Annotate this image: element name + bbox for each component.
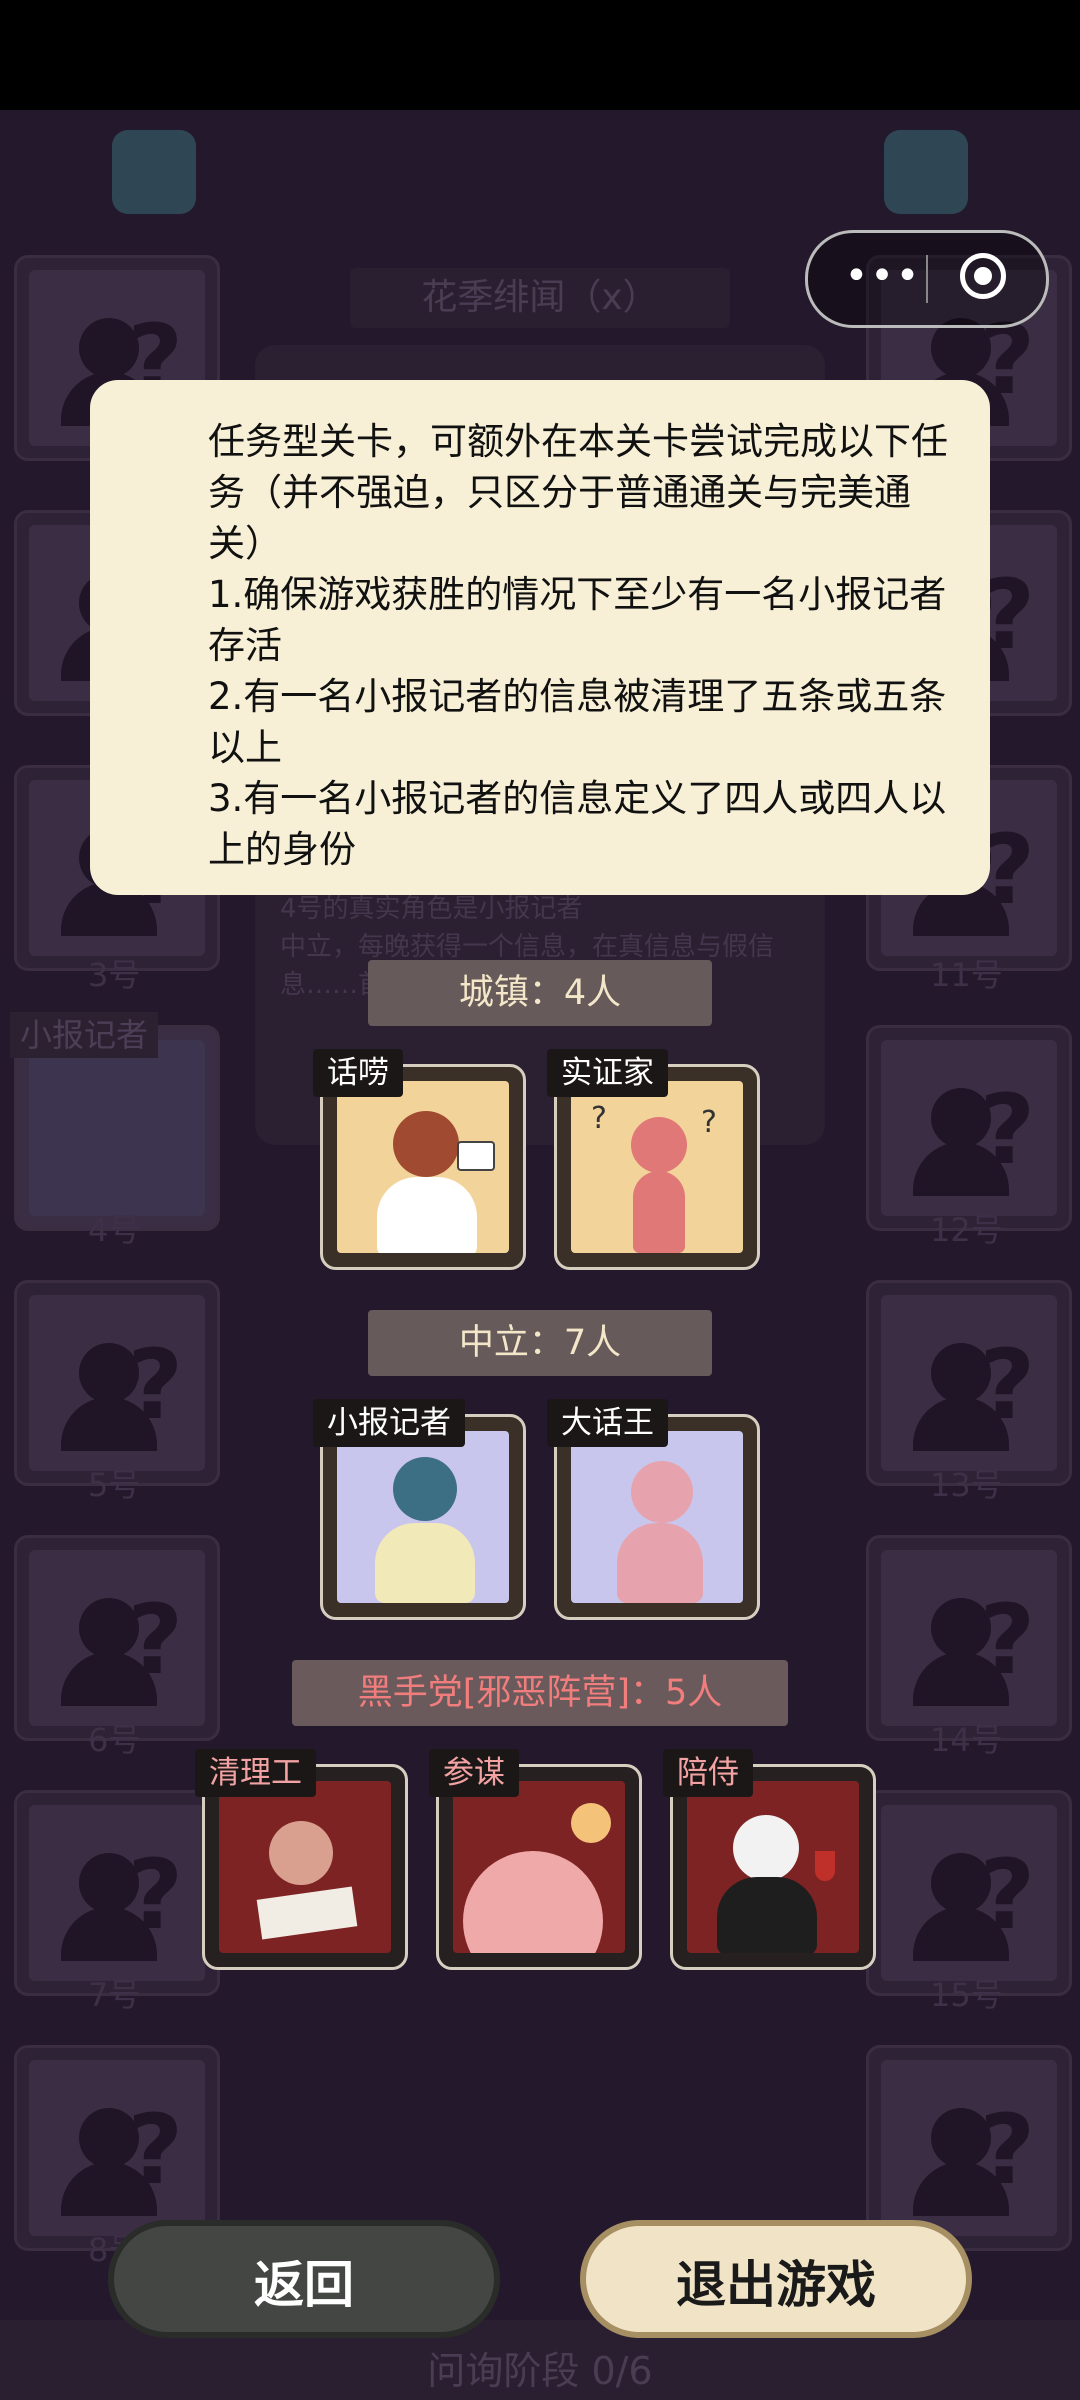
role-portrait (337, 1081, 509, 1253)
role-card-consigliere[interactable]: 参谋 (429, 1749, 642, 1970)
town-section-title: 城镇：4人 (368, 960, 712, 1026)
role-portrait (571, 1431, 743, 1603)
close-target-icon[interactable] (960, 253, 1006, 299)
slot-number: 13号 (930, 1466, 1003, 1504)
role-label: 大话王 (547, 1399, 668, 1447)
mafia-section-title: 黑手党[邪恶阵营]：5人 (292, 1660, 788, 1726)
task-intro: 任务型关卡，可额外在本关卡尝试完成以下任务（并不强迫，只区分于普通通关与完美通关… (208, 420, 948, 565)
status-bar (0, 0, 1080, 110)
phase-label: 问询阶段 0/6 (427, 2349, 653, 2393)
slot-role-tag: 小报记者 (10, 1012, 159, 1058)
miniprogram-capsule: ••• (805, 230, 1049, 328)
role-card-empiricist[interactable]: ? ? 实证家 (547, 1049, 760, 1270)
role-portrait (219, 1781, 391, 1953)
slot-number: 6号 (88, 1721, 141, 1759)
level-title: 花季绯闻（x） (350, 268, 730, 328)
slot-number: 3号 (88, 956, 141, 994)
capsule-divider (926, 255, 928, 303)
role-portrait (687, 1781, 859, 1953)
role-card-tabloid-reporter[interactable]: 小报记者 (313, 1399, 526, 1620)
task-item: 2.有一名小报记者的信息被清理了五条或五条以上 (208, 675, 947, 769)
player-slot[interactable]: ? (866, 1280, 1072, 1486)
role-label: 参谋 (429, 1749, 519, 1797)
neutral-section-title: 中立：7人 (368, 1310, 712, 1376)
exit-game-button[interactable]: 退出游戏 (580, 2220, 972, 2338)
slot-number: 12号 (930, 1211, 1003, 1249)
role-label: 清理工 (195, 1749, 316, 1797)
task-item: 3.有一名小报记者的信息定义了四人或四人以上的身份 (208, 777, 947, 871)
role-card-escort[interactable]: 陪侍 (663, 1749, 876, 1970)
slot-number: 7号 (88, 1976, 141, 2014)
slot-number: 11号 (930, 956, 1003, 994)
map-icon (112, 130, 196, 214)
role-card-big-talker[interactable]: 大话王 (547, 1399, 760, 1620)
player-slot[interactable]: ? (866, 1535, 1072, 1741)
slot-number: 15号 (930, 1976, 1003, 2014)
more-icon[interactable]: ••• (838, 251, 928, 301)
role-portrait (337, 1431, 509, 1603)
role-label: 小报记者 (313, 1399, 465, 1447)
slot-number: 4号 (88, 1211, 141, 1249)
role-label: 话唠 (313, 1049, 403, 1097)
role-label: 陪侍 (663, 1749, 753, 1797)
role-card-chatterbox[interactable]: 话唠 (313, 1049, 526, 1270)
player-slot[interactable]: ? (866, 1790, 1072, 1996)
role-card-janitor[interactable]: 清理工 (195, 1749, 408, 1970)
role-label: 实证家 (547, 1049, 668, 1097)
player-slot[interactable]: ? (866, 1025, 1072, 1231)
slot-number: 5号 (88, 1466, 141, 1504)
task-info-card: 任务型关卡，可额外在本关卡尝试完成以下任务（并不强迫，只区分于普通通关与完美通关… (90, 380, 990, 895)
slot-number: 14号 (930, 1721, 1003, 1759)
role-portrait: ? ? (571, 1081, 743, 1253)
back-button[interactable]: 返回 (108, 2220, 500, 2338)
role-portrait (453, 1781, 625, 1953)
player-slot[interactable]: ? (14, 1535, 220, 1741)
player-slot[interactable]: ? (14, 1280, 220, 1486)
task-item: 1.确保游戏获胜的情况下至少有一名小报记者存活 (208, 573, 947, 667)
edit-icon (884, 130, 968, 214)
player-slot[interactable]: ? (14, 1790, 220, 1996)
